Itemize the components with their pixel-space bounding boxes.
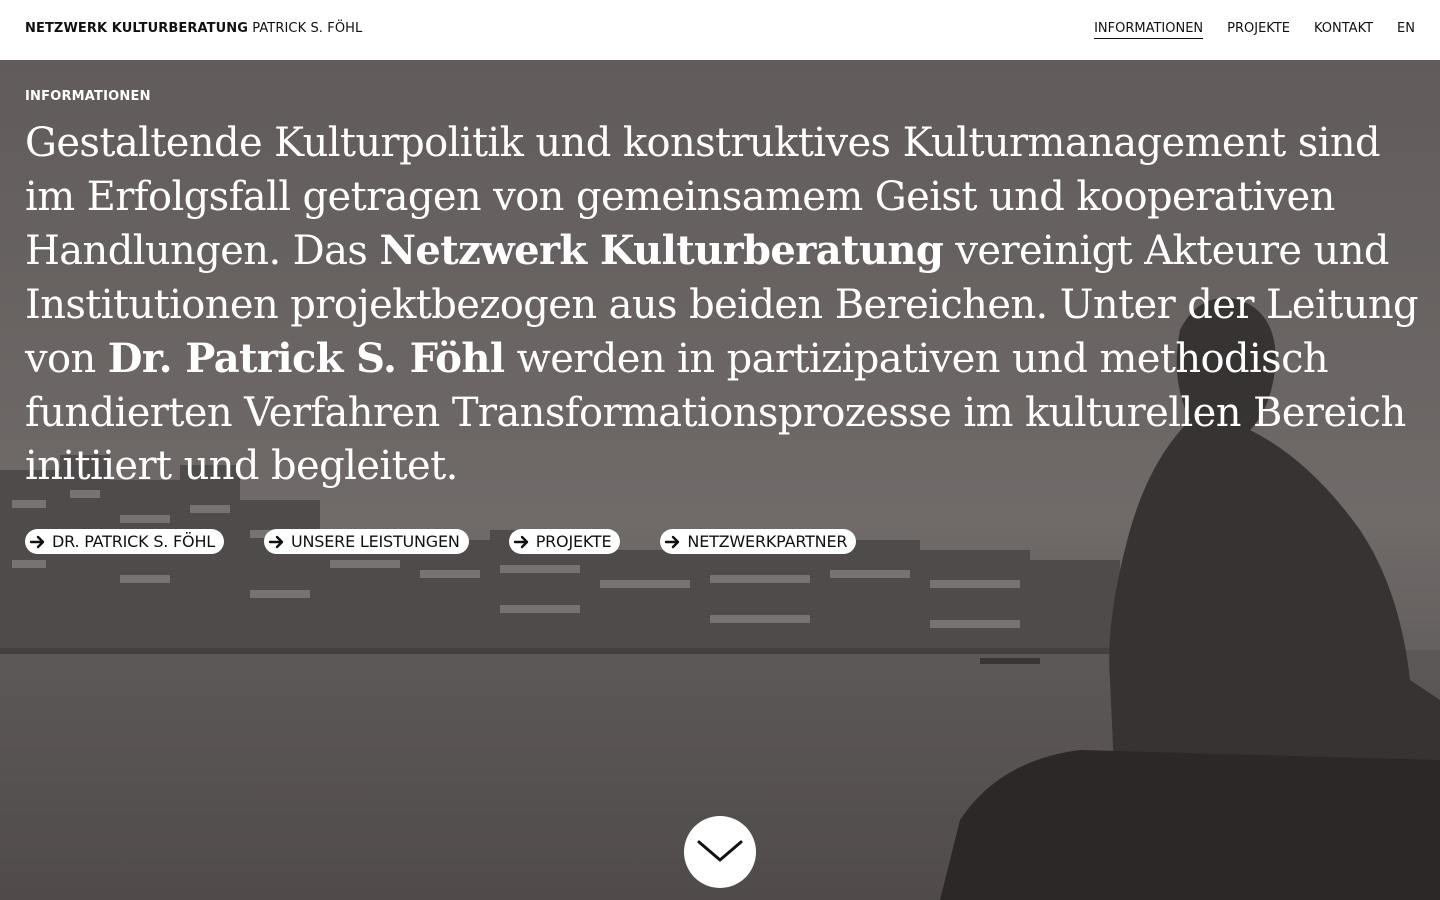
intro-emphasis-person: Dr. Patrick S. Föhl — [107, 335, 505, 382]
arrow-right-icon — [513, 535, 528, 548]
arrow-right-icon — [665, 535, 680, 548]
scroll-down-button[interactable] — [684, 816, 756, 888]
nav-item-language-en[interactable]: EN — [1397, 21, 1415, 39]
link-label: NETZWERKPARTNER — [687, 532, 848, 551]
nav-item-informationen[interactable]: INFORMATIONEN — [1094, 21, 1204, 39]
link-projekte[interactable]: PROJEKTE — [508, 529, 621, 554]
section-label: INFORMATIONEN — [25, 89, 151, 104]
quick-links: DR. PATRICK S. FÖHL UNSERE LEISTUNGEN PR… — [25, 529, 896, 554]
link-dr-patrick-s-foehl[interactable]: DR. PATRICK S. FÖHL — [25, 529, 224, 554]
arrow-right-icon — [268, 535, 284, 548]
arrow-right-icon — [29, 535, 45, 548]
hero-section: INFORMATIONEN Gestaltende Kulturpolitik … — [0, 60, 1440, 900]
chevron-down-icon — [697, 840, 743, 862]
link-label: PROJEKTE — [535, 532, 612, 551]
brand-name: NETZWERK KULTURBERATUNG — [25, 21, 248, 36]
intro-text: Gestaltende Kulturpolitik und konstrukti… — [25, 117, 1420, 494]
link-netzwerkpartner[interactable]: NETZWERKPARTNER — [660, 529, 857, 554]
nav-item-kontakt[interactable]: KONTAKT — [1314, 21, 1373, 39]
nav-item-projekte[interactable]: PROJEKTE — [1227, 21, 1290, 39]
site-header: NETZWERK KULTURBERATUNG PATRICK S. FÖHL … — [0, 0, 1440, 60]
site-brand[interactable]: NETZWERK KULTURBERATUNG PATRICK S. FÖHL — [25, 21, 362, 36]
intro-emphasis-network: Netzwerk Kulturberatung — [379, 227, 944, 274]
link-label: DR. PATRICK S. FÖHL — [52, 532, 215, 551]
main-nav: INFORMATIONEN PROJEKTE KONTAKT EN — [1070, 21, 1415, 39]
brand-person: PATRICK S. FÖHL — [252, 21, 363, 36]
link-unsere-leistungen[interactable]: UNSERE LEISTUNGEN — [264, 529, 469, 554]
link-label: UNSERE LEISTUNGEN — [291, 532, 460, 551]
